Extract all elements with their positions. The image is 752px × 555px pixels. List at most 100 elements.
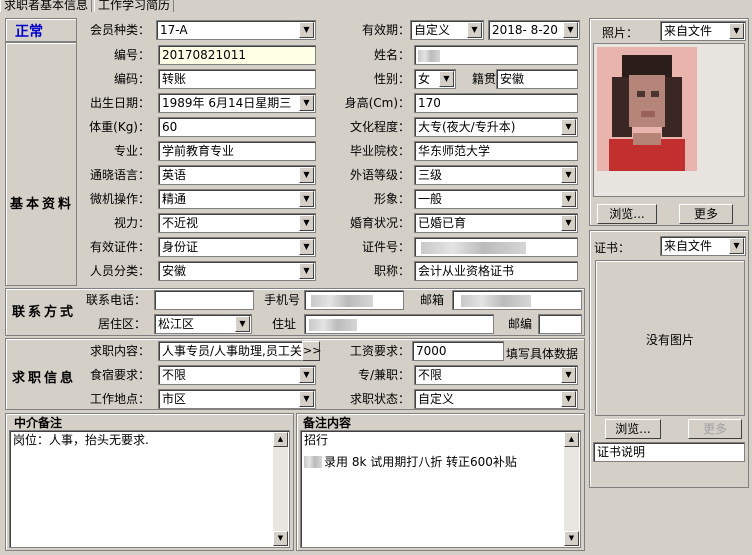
ptype-select[interactable]: 不限 ▼	[414, 365, 578, 385]
scroll-down-icon[interactable]: ▼	[564, 531, 579, 546]
phone-label: 联系电话：	[85, 293, 146, 307]
school-label: 毕业院校：	[349, 144, 410, 158]
agent-memo-text[interactable]: 岗位：人事，抬头无要求. ▲ ▼	[9, 430, 290, 548]
chevron-down-icon: ▼	[299, 239, 314, 255]
cert-browse-button[interactable]: 浏览...	[605, 419, 661, 439]
chevron-down-icon: ▼	[561, 119, 576, 135]
chevron-down-icon: ▼	[299, 95, 314, 111]
code-label: 编码：	[113, 72, 150, 86]
photo-browse-button[interactable]: 浏览...	[597, 204, 657, 224]
chevron-down-icon: ▼	[561, 191, 576, 207]
major-field[interactable]: 学前教育专业	[158, 141, 316, 161]
flang-select[interactable]: 三级 ▼	[414, 165, 578, 185]
want-more-button[interactable]: >>	[302, 341, 321, 361]
email-label: 邮箱	[419, 293, 444, 307]
cert-no-label: 证件号：	[361, 240, 410, 254]
mobile-field[interactable]	[304, 290, 404, 310]
status-text: 正常	[15, 24, 43, 40]
flang-label: 外语等级：	[349, 168, 410, 182]
birth-date-picker[interactable]: 1989年 6月14日星期三 ▼	[158, 93, 316, 113]
cert-desc-field[interactable]: 证书说明	[593, 442, 745, 462]
cert-no-field[interactable]	[414, 237, 578, 257]
marry-label: 婚育状况：	[349, 216, 410, 230]
valid-label: 有效期：	[361, 23, 410, 37]
cert-label: 证书：	[594, 241, 631, 255]
photo-source-select[interactable]: 来自文件 ▼	[660, 21, 746, 41]
title-label: 职称：	[373, 264, 410, 278]
board-label: 食宿要求：	[89, 368, 150, 382]
chevron-down-icon: ▼	[439, 71, 454, 87]
weight-label: 体重(Kg)：	[89, 120, 150, 134]
category-select[interactable]: 安徽 ▼	[158, 261, 316, 281]
zip-field[interactable]	[538, 314, 582, 334]
look-select[interactable]: 一般 ▼	[414, 189, 578, 209]
want-label: 求职内容：	[89, 344, 150, 358]
ptype-label: 专/兼职：	[357, 368, 410, 382]
major-label: 专业：	[113, 144, 150, 158]
school-field[interactable]: 华东师范大学	[414, 141, 578, 161]
name-field[interactable]	[414, 45, 578, 65]
mobile-label: 手机号	[263, 293, 300, 307]
valid-date-picker[interactable]: 2018- 8-20 ▼	[488, 20, 580, 40]
basic-section-title: 基本资料	[10, 197, 75, 212]
pc-select[interactable]: 精通 ▼	[158, 189, 316, 209]
birth-label: 出生日期：	[89, 96, 150, 110]
state-select[interactable]: 自定义 ▼	[414, 389, 578, 409]
chevron-down-icon: ▼	[563, 22, 578, 38]
state-label: 求职状态：	[349, 392, 410, 406]
chevron-down-icon: ▼	[299, 391, 314, 407]
gender-select[interactable]: 女 ▼	[414, 69, 456, 89]
cert-more-button: 更多	[688, 419, 742, 439]
look-label: 形象：	[373, 192, 410, 206]
chevron-down-icon: ▼	[561, 215, 576, 231]
salary-label: 工资要求：	[349, 344, 410, 358]
tab-basic-info[interactable]: 求职者基本信息	[0, 0, 92, 12]
member-type-select[interactable]: 17-A ▼	[156, 20, 316, 40]
pc-label: 微机操作：	[89, 192, 150, 206]
chevron-down-icon: ▼	[299, 22, 314, 38]
native-field[interactable]: 安徽	[496, 69, 578, 89]
marry-select[interactable]: 已婚已育 ▼	[414, 213, 578, 233]
edu-select[interactable]: 大专(夜大/专升本) ▼	[414, 117, 578, 137]
scroll-down-icon[interactable]: ▼	[273, 531, 288, 546]
lang-label: 通晓语言：	[89, 168, 150, 182]
board-select[interactable]: 不限 ▼	[158, 365, 316, 385]
chevron-down-icon: ▼	[467, 22, 482, 38]
salary-hint: 填写具体数据	[506, 347, 579, 361]
cert-source-select[interactable]: 来自文件 ▼	[660, 236, 746, 256]
place-select[interactable]: 市区 ▼	[158, 389, 316, 409]
lang-select[interactable]: 英语 ▼	[158, 165, 316, 185]
salary-field[interactable]: 7000	[412, 341, 504, 361]
area-select[interactable]: 松江区 ▼	[154, 314, 252, 334]
cert-type-select[interactable]: 身份证 ▼	[158, 237, 316, 257]
remarks-text[interactable]: 招行 录用 8k 试用期打八折 转正600补贴 ▲ ▼	[300, 430, 581, 548]
id-label: 编号：	[113, 48, 150, 62]
email-field[interactable]	[452, 290, 582, 310]
title-field[interactable]: 会计从业资格证书	[414, 261, 578, 281]
photo-frame	[593, 43, 745, 197]
zip-label: 邮编	[507, 317, 532, 331]
chevron-down-icon: ▼	[235, 316, 250, 332]
scroll-up-icon[interactable]: ▲	[273, 432, 288, 447]
agent-memo-title: 中介备注	[14, 416, 63, 430]
chevron-down-icon: ▼	[561, 391, 576, 407]
chevron-down-icon: ▼	[561, 367, 576, 383]
valid-mode-select[interactable]: 自定义 ▼	[410, 20, 484, 40]
scroll-up-icon[interactable]: ▲	[564, 432, 579, 447]
vision-select[interactable]: 不近视 ▼	[158, 213, 316, 233]
height-field[interactable]: 170	[414, 93, 578, 113]
tab-work-history[interactable]: 工作学习简历	[94, 0, 174, 12]
photo-label: 照片：	[602, 26, 639, 40]
photo-more-button[interactable]: 更多	[679, 204, 733, 224]
job-section-title: 求职信息	[12, 371, 77, 386]
address-field[interactable]	[304, 314, 494, 334]
phone-field[interactable]	[154, 290, 254, 310]
id-field[interactable]: 20170821011	[158, 45, 316, 65]
category-label: 人员分类：	[89, 264, 150, 278]
want-field[interactable]: 人事专员/人事助理,员工关系	[158, 341, 304, 361]
native-label: 籍贯	[471, 72, 496, 86]
address-label: 住址	[271, 317, 296, 331]
code-field[interactable]: 转账	[158, 69, 316, 89]
chevron-down-icon: ▼	[299, 367, 314, 383]
weight-field[interactable]: 60	[158, 117, 316, 137]
